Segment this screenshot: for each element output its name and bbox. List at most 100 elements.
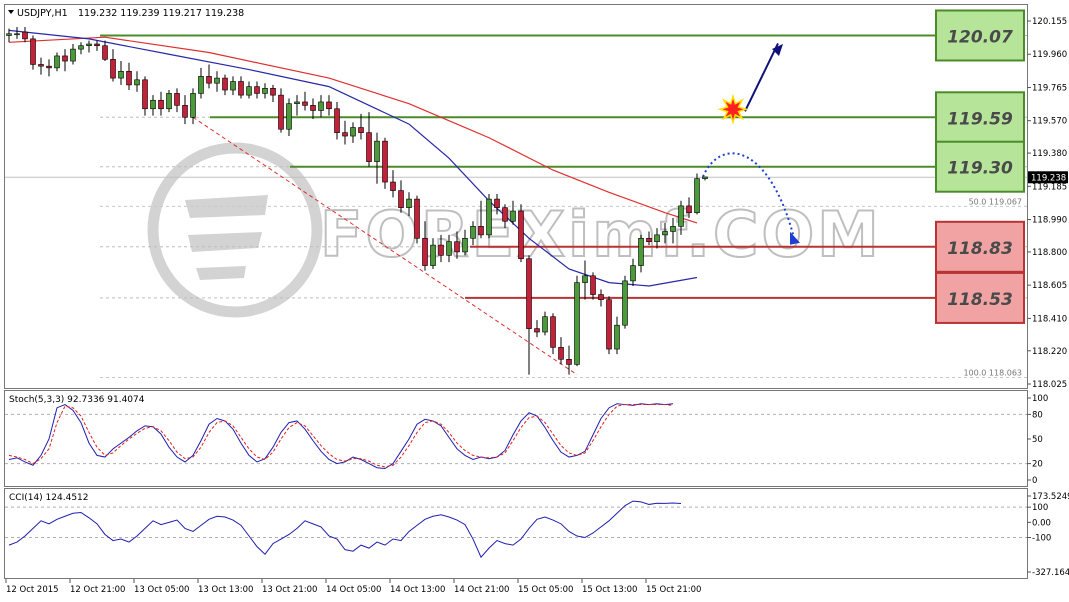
candle-body-down [326,101,332,110]
cci-header: CCI(14) 124.4512 [9,493,89,503]
candle-body-down [494,198,500,208]
y-tick-label: 118.025 [1032,380,1067,390]
candle-body-down [158,99,164,110]
candle-body-up [190,93,196,118]
candle-body-up [542,316,548,333]
candle-body-up [198,76,204,94]
x-tick-label: 12 Oct 2015 [6,585,59,595]
candle-body-up [446,241,452,256]
candle-body-up [294,101,300,104]
candle-body-up [262,88,268,94]
candle-body-down [126,70,132,86]
candle-body-down [278,94,284,130]
candle-body-down [182,105,188,118]
candle-body-up [246,86,252,96]
y-tick-label: 119.380 [1032,149,1067,159]
candle-body-down [46,65,52,69]
candle-body-up [470,226,476,239]
candle-body-down [310,105,316,111]
level-label-118.83: 118.83 [947,239,1013,259]
candle-body-up [638,237,644,266]
watermark-text: FOREXimf.COM [320,198,882,271]
stoch-header: Stoch(5,3,3) 92.7336 91.4074 [9,395,145,405]
candle-body-up [230,81,236,91]
candle-body-down [422,237,428,266]
candle [166,90,172,113]
candle-body-down [526,258,532,329]
candle [694,173,700,215]
candle-body-up [654,234,660,242]
candle-body-down [502,207,508,222]
candle-body-down [414,198,420,239]
candle-body-down [102,45,108,60]
fib-label: 100.0 118.063 [963,369,1022,378]
x-tick-label: 15 Oct 21:00 [646,585,701,595]
y-tick-label: 120.155 [1032,17,1067,27]
candle [518,204,524,263]
cci-tick-label: -100 [1032,534,1051,544]
candle-body-down [550,316,556,348]
candle [278,88,284,133]
candle-body-down [142,79,148,110]
candle-body-up [286,103,292,130]
candle-body-up [662,231,668,236]
candle-body-down [454,241,460,253]
candle-body-down [22,31,28,40]
x-tick-label: 14 Oct 21:00 [454,585,509,595]
candle-body-up [318,101,324,111]
cci-tick-label: 173.5249 [1032,492,1069,502]
candle [606,296,612,355]
breakout-burst-icon [717,93,749,125]
level-label-120.07: 120.07 [947,27,1013,47]
candle-body-up [350,127,356,137]
candle-body-down [62,55,68,62]
x-tick-label: 13 Oct 05:00 [134,585,189,595]
candle-body-down [222,77,228,91]
y-tick-label: 119.185 [1032,182,1067,192]
candle-body-up [6,33,12,36]
stoch-tick-label: 100 [1032,394,1048,404]
candle-body-up [630,265,636,282]
candle-body-down [478,226,484,236]
candle-body-up [374,140,380,162]
x-tick-label: 15 Oct 13:00 [582,585,637,595]
candle-body-up [678,205,684,227]
candle-body-down [598,294,604,300]
current-price-label: 119.238 [1031,173,1066,183]
y-tick-label: 118.800 [1032,248,1067,258]
cci-tick-label: 0.00 [1032,518,1051,528]
candle-body-down [30,38,36,65]
candle-body-up [582,275,588,283]
x-tick-label: 14 Oct 05:00 [326,585,381,595]
y-tick-label: 119.765 [1032,83,1067,93]
candle-body-down [390,181,396,191]
y-tick-label: 119.570 [1032,117,1067,127]
candle-body-up [462,237,468,253]
x-tick-label: 12 Oct 21:00 [70,585,125,595]
y-tick-label: 118.220 [1032,347,1067,357]
candle-body-up [78,45,84,50]
symbol-label: USDJPY,H1 [17,8,68,19]
candle-body-down [334,108,340,133]
candle-body-down [382,140,388,183]
candle-body-down [534,328,540,333]
y-tick-label: 119.960 [1032,50,1067,60]
candle-body-up [510,210,516,222]
candle-body-down [238,81,244,96]
candle-body-down [566,358,572,365]
candle-body-down [358,127,364,133]
y-tick-label: 118.410 [1032,314,1067,324]
candle [574,275,580,367]
x-tick-label: 15 Oct 05:00 [518,585,573,595]
candle-body-down [438,244,444,256]
level-label-119.59: 119.59 [947,109,1013,129]
stoch-panel-frame [4,390,1028,487]
candle-body-down [558,347,564,360]
candle-body-down [342,132,348,137]
candle-body-up [166,93,172,110]
candle-body-up [150,99,156,110]
candle [382,137,388,189]
forex-chart: FOREXimf.COM USDJPY,H1 119.232 119.239 1… [4,4,1069,595]
candle-body-up [702,176,708,179]
candle-body-down [206,76,212,84]
